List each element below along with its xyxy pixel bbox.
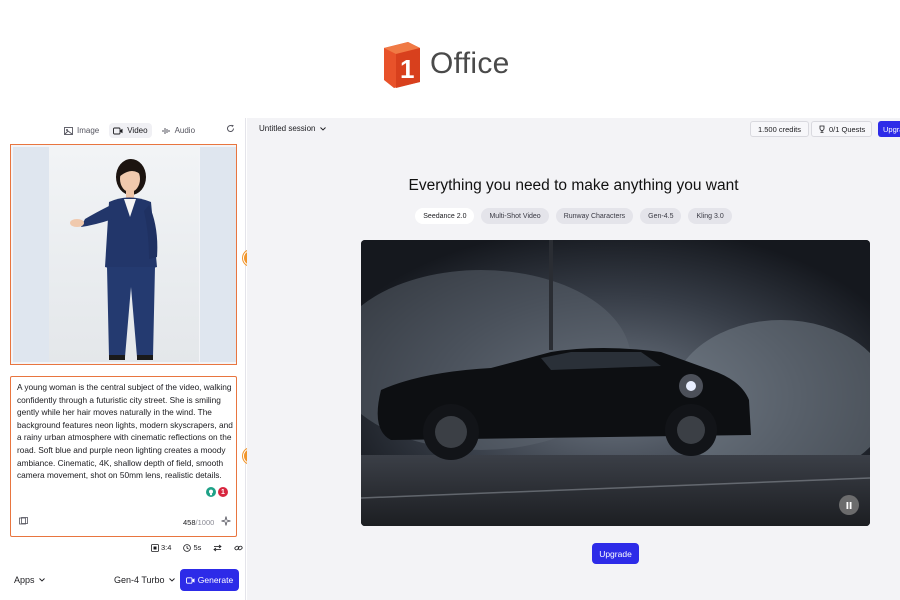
tab-image-label: Image: [77, 126, 100, 135]
page-headline: Everything you need to make anything you…: [408, 177, 739, 194]
credits-text: 1.500 credits: [758, 124, 801, 134]
clock-icon: [183, 543, 192, 552]
tab-video-label: Video: [127, 126, 148, 135]
char-count-max: /1000: [195, 518, 215, 527]
tab-audio[interactable]: Audio: [158, 123, 199, 138]
link-icon: [234, 545, 243, 550]
swap-arrows-icon: [213, 544, 223, 551]
camera-control-button[interactable]: [210, 542, 225, 554]
trophy-icon: [819, 125, 825, 133]
video-icon: [185, 576, 195, 584]
audio-icon: [162, 127, 170, 134]
char-count-value: 458: [183, 518, 196, 527]
enhance-prompt-icon[interactable]: [221, 516, 231, 526]
attach-image-icon[interactable]: [19, 517, 28, 525]
app-root: 1 Office Image Video Audio A young woman…: [0, 0, 900, 600]
office-logo-mark-icon: 1: [384, 42, 420, 88]
video-icon: [113, 127, 123, 134]
reset-icon[interactable]: [226, 124, 235, 133]
model-dropdown[interactable]: Gen-4 Turbo: [114, 575, 175, 585]
model-label: Gen-4 Turbo: [114, 575, 165, 585]
tab-seedance[interactable]: Seedance 2.0: [415, 208, 475, 224]
chevron-down-icon: [168, 578, 175, 582]
assistant-icon[interactable]: [206, 487, 216, 497]
chevron-down-icon: [320, 126, 327, 131]
character-counter: 458/1000: [183, 518, 214, 527]
tab-audio-label: Audio: [174, 126, 196, 135]
bulb-icon: [209, 489, 213, 495]
left-panel: Image Video Audio A young woman is the c…: [0, 118, 246, 600]
upgrade-header-label: Upgrade: [883, 124, 900, 134]
tab-video[interactable]: Video: [109, 123, 152, 138]
aspect-ratio-button[interactable]: 3:4: [148, 541, 174, 554]
pause-button[interactable]: [839, 495, 859, 515]
woman-photo: [49, 147, 199, 362]
reference-image-preview[interactable]: [10, 144, 237, 365]
credits-badge[interactable]: 1.500 credits: [750, 121, 809, 137]
generate-label: Generate: [197, 575, 234, 585]
prompt-text[interactable]: A young woman is the central subject of …: [17, 381, 233, 482]
settings-row: 3:4 5s: [148, 541, 246, 554]
main-area: Untitled session 1.500 credits 0/1 Quest…: [247, 118, 900, 600]
office-logo: 1 Office: [380, 40, 510, 88]
upgrade-header-button[interactable]: Upgrade: [878, 121, 900, 137]
tab-runway-characters[interactable]: Runway Characters: [555, 208, 634, 224]
quests-text: 0/1 Quests: [829, 124, 866, 134]
svg-text:1: 1: [400, 54, 414, 84]
prompt-indicators: 1: [206, 487, 228, 497]
prompt-input[interactable]: A young woman is the central subject of …: [10, 376, 237, 537]
aspect-ratio-value: 3:4: [161, 543, 172, 552]
tab-gen-4-5[interactable]: Gen-4.5: [640, 208, 682, 224]
drifting-car-video-frame: [361, 240, 870, 526]
session-title-dropdown[interactable]: Untitled session: [259, 124, 327, 133]
chevron-down-icon: [38, 578, 45, 582]
issue-count-badge[interactable]: 1: [218, 487, 228, 497]
apps-dropdown[interactable]: Apps: [14, 575, 45, 585]
generate-button[interactable]: Generate: [180, 569, 239, 591]
apps-label: Apps: [14, 575, 35, 585]
session-title: Untitled session: [259, 124, 316, 133]
tab-image[interactable]: Image: [60, 123, 103, 138]
left-bottom-bar: Apps Gen-4 Turbo Generate: [0, 568, 246, 600]
link-button[interactable]: [231, 542, 246, 554]
tab-kling[interactable]: Kling 3.0: [688, 208, 732, 224]
pause-icon: [846, 501, 852, 509]
duration-value: 5s: [193, 543, 202, 552]
aspect-ratio-icon: [151, 543, 159, 552]
preview-side-left: [13, 147, 49, 362]
showcase-video[interactable]: [361, 240, 870, 526]
woman-figure-image: [70, 159, 158, 360]
preview-side-right: [200, 147, 236, 362]
mode-tabs: Image Video Audio: [60, 123, 199, 138]
image-icon: [64, 126, 73, 135]
tab-multi-shot[interactable]: Multi-Shot Video: [481, 208, 549, 224]
upgrade-button[interactable]: Upgrade: [592, 543, 639, 564]
model-tabs: Seedance 2.0 Multi-Shot Video Runway Cha…: [247, 208, 900, 224]
office-logo-text: Office: [430, 47, 510, 80]
quests-button[interactable]: 0/1 Quests: [811, 121, 873, 137]
duration-button[interactable]: 5s: [180, 541, 204, 554]
